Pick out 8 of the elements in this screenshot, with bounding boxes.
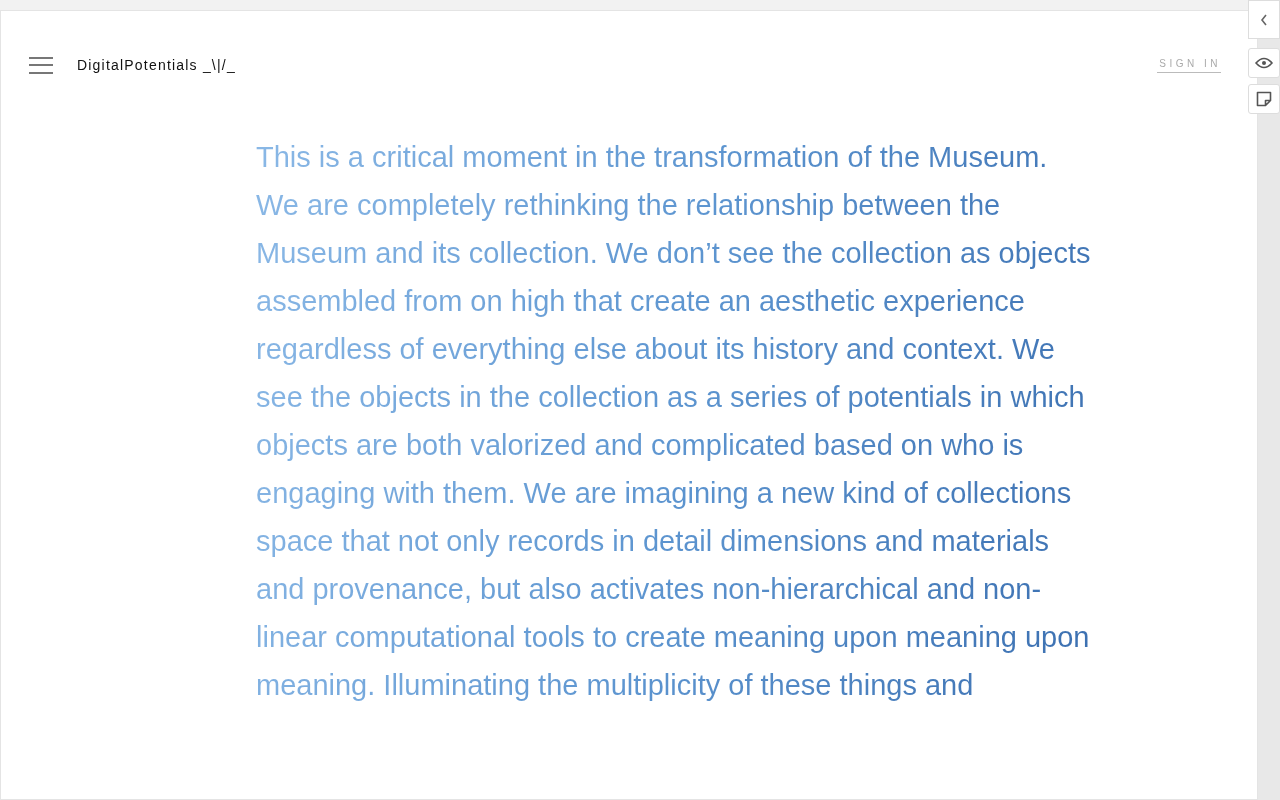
note-button[interactable] xyxy=(1248,84,1280,114)
preview-button[interactable] xyxy=(1248,48,1280,78)
site-title: DigitalPotentials _\|/_ xyxy=(77,57,236,73)
menu-button[interactable] xyxy=(29,56,53,74)
sticky-note-icon xyxy=(1256,91,1272,107)
chevron-left-icon xyxy=(1260,13,1268,26)
sign-in-link[interactable]: SIGN IN xyxy=(1157,57,1221,73)
eye-icon xyxy=(1255,57,1273,69)
